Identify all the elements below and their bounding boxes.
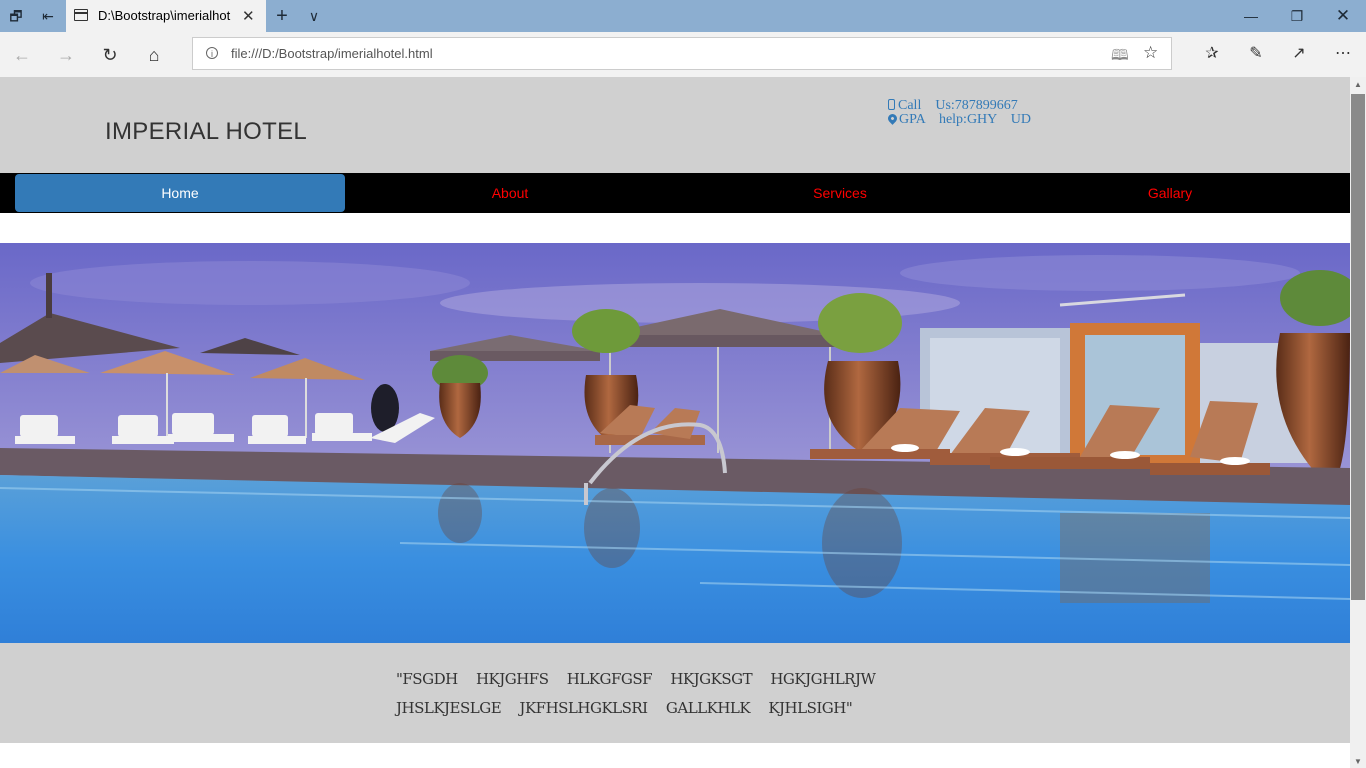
phone-icon bbox=[888, 99, 895, 110]
hero-image bbox=[0, 243, 1350, 643]
browser-tab[interactable]: D:\Bootstrap\imerialhot ✕ bbox=[66, 0, 266, 32]
more-icon[interactable]: ⋯ bbox=[1331, 43, 1355, 65]
contact-address: GPA help:GHY UD bbox=[899, 112, 1031, 127]
browser-address-bar: ← → ↻ ⌂ i file:///D:/Bootstrap/imerialho… bbox=[0, 32, 1366, 78]
nav-about[interactable]: About bbox=[345, 174, 675, 212]
scroll-down-icon[interactable]: ▼ bbox=[1354, 757, 1362, 766]
scroll-thumb[interactable] bbox=[1351, 94, 1365, 600]
set-aside-tabs-icon[interactable]: ⇤ bbox=[38, 6, 58, 26]
nav-services[interactable]: Services bbox=[675, 174, 1005, 212]
vertical-scrollbar[interactable]: ▲ ▼ bbox=[1350, 77, 1366, 768]
page-icon bbox=[74, 9, 88, 21]
scroll-up-icon[interactable]: ▲ bbox=[1354, 80, 1362, 89]
contact-info: Call Us:787899667 GPA help:GHY UD bbox=[886, 99, 1031, 127]
pool-scene bbox=[0, 243, 1350, 643]
forward-icon[interactable]: → bbox=[55, 44, 77, 66]
back-icon[interactable]: ← bbox=[11, 44, 33, 66]
refresh-icon[interactable]: ↻ bbox=[99, 44, 121, 66]
contact-address-row: GPA help:GHY UD bbox=[886, 112, 1031, 127]
url-text[interactable]: file:///D:/Bootstrap/imerialhotel.html bbox=[231, 46, 433, 61]
nav-gallary[interactable]: Gallary bbox=[1005, 174, 1335, 212]
contact-call: Call Us:787899667 bbox=[898, 98, 1018, 113]
brand-title[interactable]: IMPERIAL HOTEL bbox=[105, 118, 307, 146]
minimize-icon[interactable]: — bbox=[1236, 6, 1266, 26]
map-marker-icon bbox=[886, 112, 899, 125]
page-below-fold bbox=[0, 743, 1350, 768]
pen-icon[interactable]: ✎ bbox=[1244, 43, 1268, 65]
tab-manager-icon[interactable]: 🗗 bbox=[6, 6, 26, 26]
info-icon[interactable]: i bbox=[206, 47, 218, 59]
browser-tab-bar: 🗗 ⇤ D:\Bootstrap\imerialhot ✕ + ∨ — ❐ ✕ bbox=[0, 0, 1366, 32]
close-window-icon[interactable]: ✕ bbox=[1328, 6, 1358, 26]
chevron-down-icon[interactable]: ∨ bbox=[304, 6, 324, 26]
home-icon[interactable]: ⌂ bbox=[143, 44, 165, 66]
site-footer: "FSGDH HKJGHFS HLKGFGSF HKJGKSGT HGKJGHL… bbox=[0, 643, 1350, 743]
contact-call-row: Call Us:787899667 bbox=[886, 99, 1031, 113]
close-tab-icon[interactable]: ✕ bbox=[242, 7, 255, 25]
footer-text: "FSGDH HKJGHFS HLKGFGSF HKJGKSGT HGKJGHL… bbox=[396, 670, 876, 717]
share-icon[interactable]: ↗ bbox=[1287, 43, 1311, 65]
new-tab-icon[interactable]: + bbox=[272, 6, 292, 26]
page-viewport: IMPERIAL HOTEL Call Us:787899667 GPA hel… bbox=[0, 77, 1350, 768]
favorite-star-icon[interactable]: ☆ bbox=[1143, 43, 1158, 63]
tab-title: D:\Bootstrap\imerialhot bbox=[98, 8, 231, 23]
url-field[interactable]: i file:///D:/Bootstrap/imerialhotel.html… bbox=[192, 37, 1172, 70]
main-navbar: Home About Services Gallary bbox=[0, 173, 1350, 213]
restore-icon[interactable]: ❐ bbox=[1282, 6, 1312, 26]
nav-home[interactable]: Home bbox=[15, 174, 345, 212]
site-header: IMPERIAL HOTEL Call Us:787899667 GPA hel… bbox=[0, 77, 1350, 173]
favorites-icon[interactable]: ✰ bbox=[1200, 43, 1224, 65]
reading-view-icon[interactable]: 🕮 bbox=[1111, 45, 1129, 70]
